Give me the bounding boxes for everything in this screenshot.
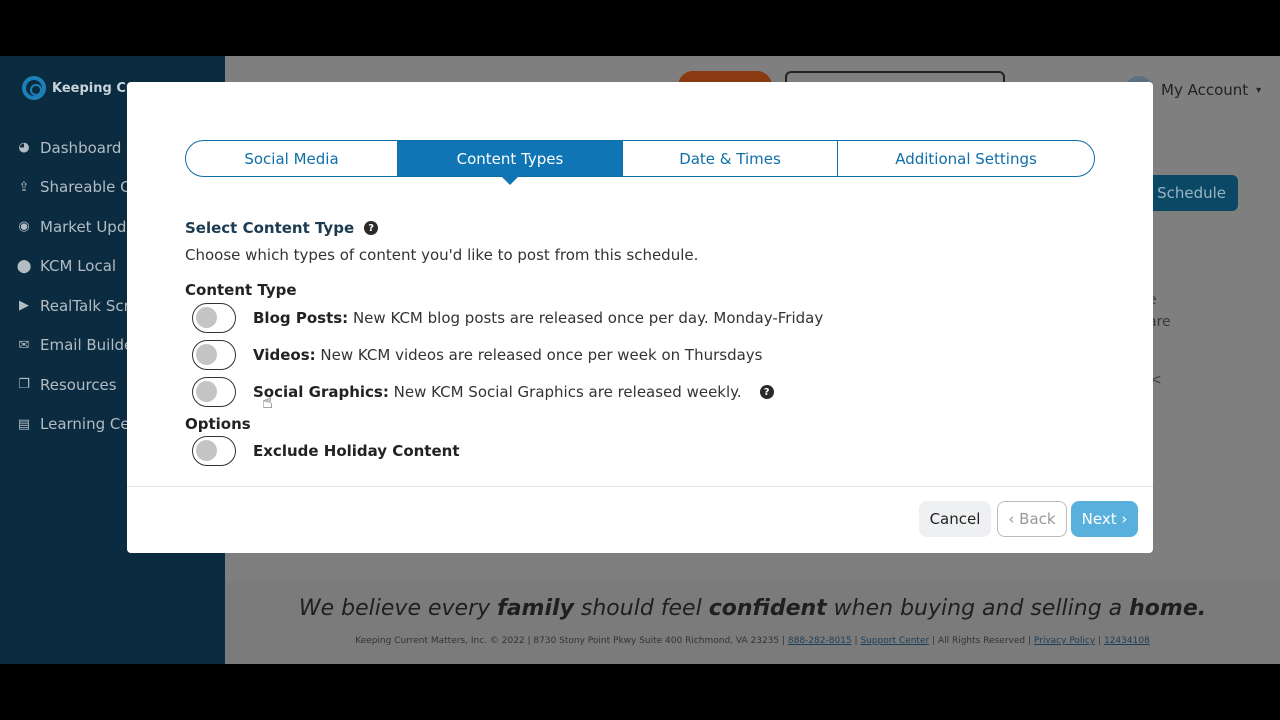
tagline: We believe every family should feel conf… [298,596,1207,621]
tab-content-types[interactable]: Content Types [398,141,623,185]
wizard-steps: Social Media Content Types Date & Times … [185,140,1095,185]
sidebar-item-label: Market Upda [40,217,136,236]
privacy-link[interactable]: Privacy Policy [1034,636,1095,646]
copy-icon: ❐ [18,377,30,393]
social-graphics-name: Social Graphics: [253,383,389,401]
map-pin-icon: ⬤ [16,258,32,274]
blog-posts-toggle[interactable] [192,303,236,333]
caret-down-icon: ▾ [1256,84,1262,96]
new-schedule-label: Schedule [1157,184,1226,202]
next-button[interactable]: Next › [1071,501,1138,537]
help-icon[interactable]: ? [364,221,379,235]
sidebar-item-label: Email Builder [40,336,140,355]
videos-name: Videos: [253,346,316,364]
section-title-text: Select Content Type [185,219,355,237]
exclude-holiday-toggle[interactable] [192,436,236,466]
upload-icon: ⇪ [18,179,30,195]
account-label: My Account [1161,81,1249,99]
blog-posts-desc: New KCM blog posts are released once per… [352,309,824,327]
content-type-blog-posts: Blog Posts: New KCM blog posts are relea… [192,303,823,333]
option-exclude-holiday: Exclude Holiday Content [192,436,460,466]
videos-toggle[interactable] [192,340,236,370]
hand-cursor-icon: ☝ [262,392,273,413]
help-icon[interactable]: ? [759,385,774,399]
sidebar-item-label: Learning Cen [40,415,140,434]
content-type-social-graphics: Social Graphics: New KCM Social Graphics… [192,377,774,407]
book-icon: ▤ [17,416,31,432]
videos-desc: New KCM videos are released once per wee… [320,346,763,364]
screen: Keeping Curr ◕ Dashboard ⇪ Shareable C ◉… [0,56,1280,664]
sidebar-item-label: Shareable C [40,178,131,197]
section-title: Select Content Type ? [185,219,379,237]
blog-posts-name: Blog Posts: [253,309,349,327]
options-label: Options [185,415,251,433]
tab-additional-settings[interactable]: Additional Settings [838,141,1094,176]
sidebar-item-label: Dashboard [40,138,122,157]
tab-date-times[interactable]: Date & Times [623,141,838,176]
support-link[interactable]: Support Center [860,636,929,646]
social-graphics-desc: New KCM Social Graphics are released wee… [393,383,742,401]
cancel-button[interactable]: Cancel [919,501,991,537]
social-graphics-toggle[interactable] [192,377,236,407]
tab-social-media[interactable]: Social Media [186,141,398,176]
exclude-holiday-label: Exclude Holiday Content [253,442,460,460]
broadcast-icon: ◉ [18,219,30,235]
brand-logo-icon [22,76,46,100]
play-circle-icon: ▶ [19,298,29,314]
sidebar-item-label: RealTalk Scri [40,296,134,315]
content-type-videos: Videos: New KCM videos are released once… [192,340,762,370]
envelope-icon: ✉ [18,337,30,353]
modal-divider [127,486,1153,487]
schedule-modal: Social Media Content Types Date & Times … [127,82,1153,553]
footer [225,581,1280,664]
palette-icon: ◕ [18,140,30,156]
section-subtitle: Choose which types of content you'd like… [185,246,699,264]
sidebar-item-label: KCM Local [40,257,117,276]
phone-link[interactable]: 888-282-8015 [788,636,852,646]
footer-legal: Keeping Current Matters, Inc. © 2022 | 8… [355,636,1150,646]
sidebar-item-label: Resources [40,375,117,394]
id-link[interactable]: 12434108 [1104,636,1150,646]
content-type-label: Content Type [185,281,297,299]
back-button[interactable]: ‹ Back [997,501,1067,537]
